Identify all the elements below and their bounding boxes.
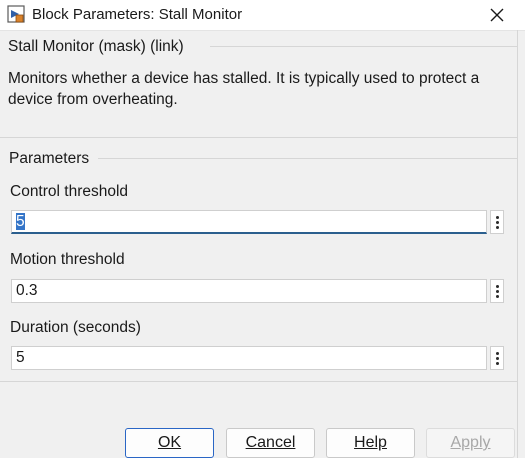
ok-button-label: OK [157,434,182,451]
help-button[interactable]: Help [326,428,415,458]
close-icon [490,8,504,22]
parameters-group-rule [98,158,517,159]
apply-button-label: Apply [450,434,491,451]
ok-button[interactable]: OK [125,428,214,458]
duration-input[interactable]: 5 [11,346,487,370]
kebab-icon [495,215,499,219]
help-button-label: Help [354,434,387,451]
motion-threshold-menu-button[interactable] [490,279,504,303]
parameters-group-header: Parameters [9,150,90,167]
duration-value: 5 [16,349,25,366]
simulink-block-icon [7,5,25,23]
close-button[interactable] [485,3,509,27]
control-threshold-value: 5 [16,213,25,230]
motion-threshold-label: Motion threshold [10,251,125,268]
kebab-dot [495,356,499,360]
mask-group-bottom-rule [0,137,517,138]
apply-button[interactable]: Apply [426,428,515,458]
kebab-dot [495,220,499,224]
kebab-dot [495,294,499,298]
control-threshold-label: Control threshold [10,183,129,200]
kebab-dot [495,225,499,229]
kebab-dot [495,361,499,365]
motion-threshold-value: 0.3 [16,282,38,299]
kebab-icon [495,284,499,288]
mask-description: Monitors whether a device has stalled. I… [8,70,480,108]
window-title: Block Parameters: Stall Monitor [32,6,243,23]
duration-menu-button[interactable] [490,346,504,370]
cancel-button[interactable]: Cancel [226,428,315,458]
duration-label: Duration (seconds) [10,319,141,336]
control-threshold-input[interactable]: 5 [11,210,487,234]
title-bar: Block Parameters: Stall Monitor [0,0,525,31]
kebab-dot [495,289,499,293]
control-threshold-menu-button[interactable] [490,210,504,234]
cancel-button-label: Cancel [245,434,296,451]
panel-splitter [517,30,518,458]
motion-threshold-input[interactable]: 0.3 [11,279,487,303]
mask-group-header: Stall Monitor (mask) (link) [8,38,184,55]
mask-group-rule [210,46,517,47]
kebab-icon [495,351,499,355]
parameters-group-bottom-rule [0,381,517,382]
